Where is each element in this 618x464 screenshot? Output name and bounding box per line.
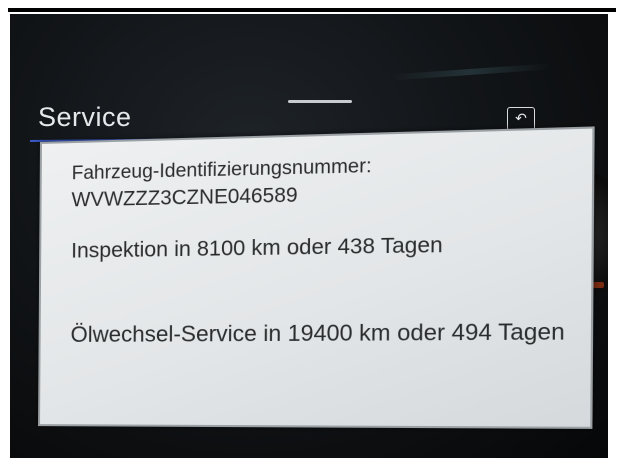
image-top-border: [8, 8, 616, 12]
page-title: Service: [38, 102, 132, 132]
back-arrow-icon: ↶: [515, 111, 527, 127]
inspection-due-text: Inspektion in 8100 km oder 438 Tagen: [71, 233, 443, 263]
vin-value: WVWZZZ3CZNE046589: [71, 184, 298, 212]
service-info-panel: Fahrzeug-Identifizierungsnummer: WVWZZZ3…: [38, 126, 595, 429]
page-indicator: [288, 100, 352, 103]
photo-frame: Service ↶ Fahrzeug-Identifizierungsnumme…: [0, 0, 618, 464]
screen-glare: [389, 63, 551, 81]
oil-service-due-text: Ölwechsel-Service in 19400 km oder 494 T…: [70, 318, 565, 347]
car-display-photo: Service ↶ Fahrzeug-Identifizierungsnumme…: [10, 14, 608, 458]
vin-label: Fahrzeug-Identifizierungsnummer:: [71, 155, 372, 185]
